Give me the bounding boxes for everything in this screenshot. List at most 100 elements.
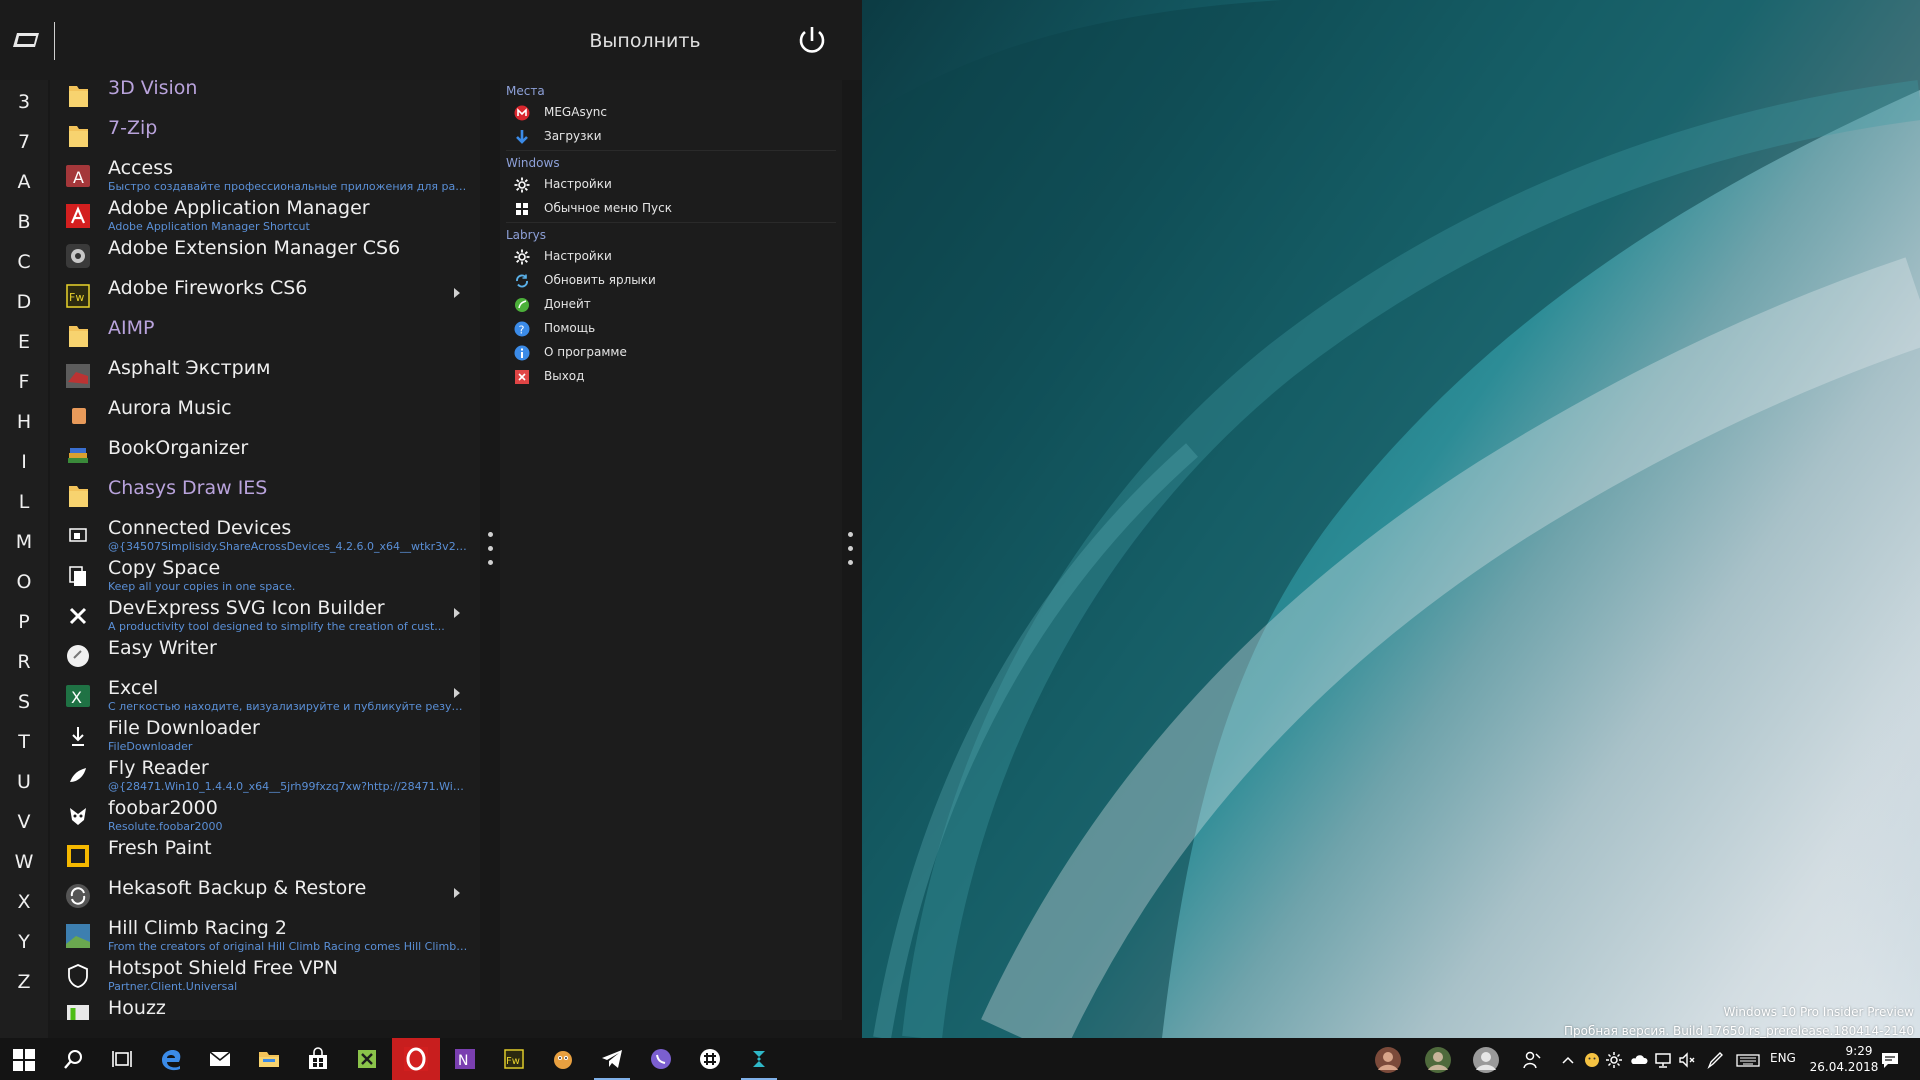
app-list-item[interactable]: File Downloader FileDownloader <box>50 714 480 754</box>
app-list-item[interactable]: Aurora Music <box>50 394 480 434</box>
quick-access-item[interactable]: Обычное меню Пуск <box>510 197 830 221</box>
edge-taskbar-button[interactable] <box>147 1038 195 1080</box>
onedrive-icon[interactable] <box>1630 1050 1648 1070</box>
settings-tray-icon[interactable] <box>1606 1050 1622 1070</box>
notifications-icon[interactable] <box>1880 1050 1900 1070</box>
app-list-item[interactable]: Houzz <box>50 994 480 1020</box>
language-indicator[interactable]: ENG <box>1770 1051 1796 1065</box>
viber-taskbar-button[interactable] <box>637 1038 685 1080</box>
chevron-right-icon[interactable] <box>454 888 460 898</box>
touch-keyboard-icon[interactable] <box>1736 1050 1760 1070</box>
avatar[interactable] <box>1472 1046 1500 1073</box>
network-icon[interactable] <box>1654 1050 1672 1070</box>
alpha-index-item[interactable]: Z <box>0 962 48 1002</box>
alpha-index-item[interactable]: X <box>0 882 48 922</box>
quick-access-item[interactable]: Донейт <box>510 293 830 317</box>
alpha-index-item[interactable]: 3 <box>0 82 48 122</box>
list-splitter-handle[interactable] <box>485 530 495 570</box>
app-list-item[interactable]: 7-Zip <box>50 114 480 154</box>
avatar[interactable] <box>1424 1046 1452 1073</box>
opera-taskbar-button[interactable] <box>392 1038 440 1080</box>
app-list-item[interactable]: Hotspot Shield Free VPN Partner.Client.Un… <box>50 954 480 994</box>
search-taskbar-button[interactable] <box>49 1038 97 1080</box>
alpha-index-item[interactable]: P <box>0 602 48 642</box>
search-input[interactable] <box>54 22 563 60</box>
alpha-index-item[interactable]: D <box>0 282 48 322</box>
quick-access-item[interactable]: Настройки <box>510 245 830 269</box>
clock-time[interactable]: 9:29 <box>1834 1044 1884 1058</box>
quick-access-item[interactable]: Обновить ярлыки <box>510 269 830 293</box>
chevron-right-icon[interactable] <box>454 608 460 618</box>
alpha-index-item[interactable]: S <box>0 682 48 722</box>
app-list-item[interactable]: DevExpress SVG Icon Builder A productivit… <box>50 594 480 634</box>
alpha-index-item[interactable]: F <box>0 362 48 402</box>
alpha-index-item[interactable]: 7 <box>0 122 48 162</box>
alpha-index-item[interactable]: B <box>0 202 48 242</box>
telegram-taskbar-button[interactable] <box>588 1038 636 1080</box>
quick-access-item[interactable]: MEGAsync <box>510 101 830 125</box>
app-list-item[interactable]: 3D Vision <box>50 80 480 114</box>
app-list-item[interactable]: A Access Быстро создавайте профессиональны… <box>50 154 480 194</box>
alpha-index-item[interactable]: O <box>0 562 48 602</box>
app-list-item[interactable]: BookOrganizer <box>50 434 480 474</box>
alpha-index-item[interactable]: C <box>0 242 48 282</box>
app-list-item[interactable]: X Excel С легкостью находите, визуализируй… <box>50 674 480 714</box>
chevron-up-icon[interactable] <box>1560 1050 1576 1070</box>
app-list-item[interactable]: Asphalt Экстрим <box>50 354 480 394</box>
alpha-index-item[interactable]: E <box>0 322 48 362</box>
alpha-index-item[interactable]: V <box>0 802 48 842</box>
start-taskbar-button[interactable] <box>0 1038 48 1080</box>
alpha-index-item[interactable]: T <box>0 722 48 762</box>
app-list-item[interactable]: Fly Reader @{28471.Win10_1.4.4.0_x64__5jr… <box>50 754 480 794</box>
pen-icon[interactable] <box>1706 1050 1724 1070</box>
alpha-index-item[interactable]: L <box>0 482 48 522</box>
quick-access-item[interactable]: Настройки <box>510 173 830 197</box>
spreadsheet-taskbar-button[interactable] <box>343 1038 391 1080</box>
volume-muted-icon[interactable] <box>1678 1050 1696 1070</box>
chevron-right-icon[interactable] <box>454 688 460 698</box>
store-taskbar-button[interactable] <box>294 1038 342 1080</box>
app-list-item[interactable]: Fw Adobe Fireworks CS6 <box>50 274 480 314</box>
app-list-item[interactable]: Hill Climb Racing 2 From the creators of … <box>50 914 480 954</box>
fireworks-taskbar-button[interactable]: Fw <box>490 1038 538 1080</box>
alpha-index-item[interactable]: W <box>0 842 48 882</box>
app-list-item[interactable]: Fresh Paint <box>50 834 480 874</box>
mail-taskbar-button[interactable] <box>196 1038 244 1080</box>
sway-taskbar-button[interactable] <box>735 1038 783 1080</box>
avatar[interactable] <box>1374 1046 1402 1073</box>
app-list-item[interactable]: Connected Devices @{34507Simplisidy.Share… <box>50 514 480 554</box>
keyboard-icon[interactable] <box>12 31 40 49</box>
power-button[interactable] <box>795 24 829 58</box>
app-list-item[interactable]: Adobe Extension Manager CS6 <box>50 234 480 274</box>
alpha-index-item[interactable]: A <box>0 162 48 202</box>
people-icon[interactable] <box>1522 1050 1542 1070</box>
app-list-item[interactable]: Copy Space Keep all your copies in one sp… <box>50 554 480 594</box>
quick-access-item[interactable]: Выход <box>510 365 830 389</box>
emoji-icon[interactable] <box>1584 1050 1600 1070</box>
app-list-item[interactable]: foobar2000 Resolute.foobar2000 <box>50 794 480 834</box>
quick-access-item[interactable]: ? Помощь <box>510 317 830 341</box>
fireworks-icon: Fw <box>504 1049 524 1069</box>
gimp-taskbar-button[interactable] <box>539 1038 587 1080</box>
clock-date[interactable]: 26.04.2018 <box>1804 1060 1884 1074</box>
app-list-item[interactable]: Easy Writer <box>50 634 480 674</box>
alpha-index-item[interactable]: U <box>0 762 48 802</box>
panel-splitter-handle[interactable] <box>845 530 855 570</box>
app-list-item[interactable]: Adobe Application Manager Adobe Applicati… <box>50 194 480 234</box>
file-explorer-taskbar-button[interactable] <box>245 1038 293 1080</box>
alpha-index-item[interactable]: M <box>0 522 48 562</box>
run-button[interactable]: Выполнить <box>580 26 710 56</box>
chevron-right-icon[interactable] <box>454 288 460 298</box>
task-view-taskbar-button[interactable] <box>98 1038 146 1080</box>
quick-access-item[interactable]: Загрузки <box>510 125 830 149</box>
alpha-index-item[interactable]: I <box>0 442 48 482</box>
app-list-item[interactable]: AIMP <box>50 314 480 354</box>
app-list-item[interactable]: Chasys Draw IES <box>50 474 480 514</box>
app-list-item[interactable]: Hekasoft Backup & Restore <box>50 874 480 914</box>
alpha-index-item[interactable]: Y <box>0 922 48 962</box>
alpha-index-item[interactable]: H <box>0 402 48 442</box>
quick-access-item[interactable]: О программе <box>510 341 830 365</box>
slack-taskbar-button[interactable] <box>686 1038 734 1080</box>
alpha-index-item[interactable]: R <box>0 642 48 682</box>
onenote-taskbar-button[interactable]: N <box>441 1038 489 1080</box>
